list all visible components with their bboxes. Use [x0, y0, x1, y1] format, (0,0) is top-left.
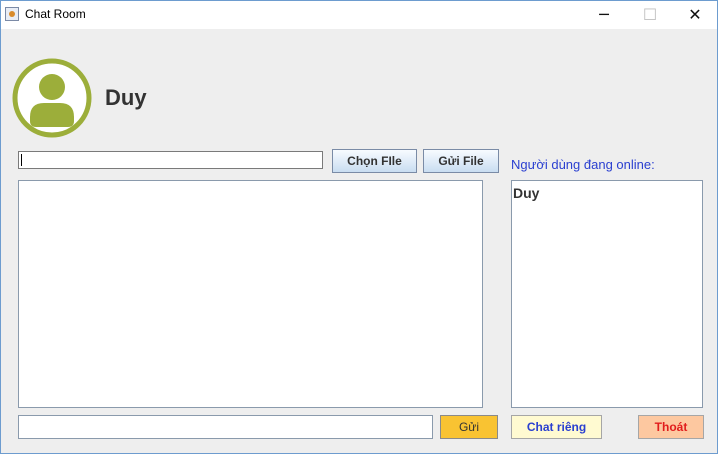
exit-button[interactable]: Thoát [638, 415, 704, 439]
send-message-button[interactable]: Gửi [440, 415, 498, 439]
file-path-input[interactable] [18, 151, 323, 169]
minimize-button[interactable]: ─ [581, 1, 627, 29]
send-file-button[interactable]: Gửi File [423, 149, 499, 173]
online-users-list[interactable]: Duy [511, 180, 703, 408]
maximize-button[interactable]: ☐ [627, 1, 673, 29]
main-content: Duy Chọn FIle Gửi File Người dùng đang o… [1, 29, 717, 453]
current-user-name: Duy [105, 85, 147, 110]
title-bar: Chat Room ─ ☐ ✕ [1, 1, 717, 29]
chat-room-window: Chat Room ─ ☐ ✕ Duy Chọn FIle Gửi File N… [0, 0, 718, 454]
chat-messages-area[interactable] [18, 180, 483, 408]
online-user-item[interactable]: Duy [513, 185, 539, 201]
window-title: Chat Room [25, 7, 86, 21]
message-input[interactable] [18, 415, 433, 439]
online-users-label: Người dùng đang online: [511, 157, 655, 172]
java-app-icon [5, 7, 19, 21]
private-chat-button[interactable]: Chat riêng [511, 415, 602, 439]
choose-file-button[interactable]: Chọn FIle [332, 149, 417, 173]
user-avatar-icon [11, 57, 93, 139]
close-button[interactable]: ✕ [672, 1, 718, 29]
